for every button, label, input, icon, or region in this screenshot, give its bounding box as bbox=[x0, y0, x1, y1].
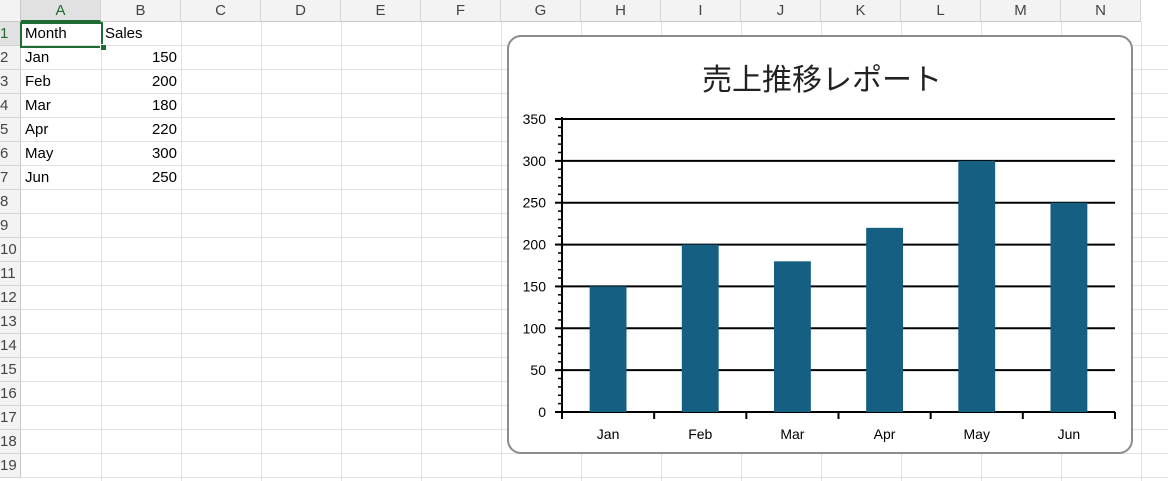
bar-jun bbox=[1050, 202, 1088, 412]
column-gridline bbox=[341, 22, 342, 481]
x-tick-label-apr: Apr bbox=[874, 426, 896, 442]
y-tick-label-200: 200 bbox=[523, 237, 547, 253]
cell-a2[interactable]: Jan bbox=[21, 46, 101, 70]
column-header-j[interactable]: J bbox=[741, 0, 821, 22]
column-header-k[interactable]: K bbox=[821, 0, 901, 22]
row-header-3[interactable]: 3 bbox=[0, 70, 21, 94]
cell-a5[interactable]: Apr bbox=[21, 118, 101, 142]
bar-jan bbox=[589, 286, 627, 412]
cell-a3[interactable]: Feb bbox=[21, 70, 101, 94]
column-header-m[interactable]: M bbox=[981, 0, 1061, 22]
column-gridline bbox=[421, 22, 422, 481]
column-header-e[interactable]: E bbox=[341, 0, 421, 22]
row-header-8[interactable]: 8 bbox=[0, 190, 21, 214]
column-header-n[interactable]: N bbox=[1061, 0, 1141, 22]
column-header-h[interactable]: H bbox=[581, 0, 661, 22]
x-tick-label-feb: Feb bbox=[688, 426, 712, 442]
row-header-4[interactable]: 4 bbox=[0, 94, 21, 118]
y-tick-label-150: 150 bbox=[523, 278, 547, 294]
x-tick-label-jun: Jun bbox=[1058, 426, 1081, 442]
row-header-16[interactable]: 16 bbox=[0, 382, 21, 406]
row-header-1[interactable]: 1 bbox=[0, 22, 21, 46]
row-header-19[interactable]: 19 bbox=[0, 454, 21, 478]
row-header-5[interactable]: 5 bbox=[0, 118, 21, 142]
column-header-l[interactable]: L bbox=[901, 0, 981, 22]
select-all-corner[interactable] bbox=[0, 0, 21, 22]
bar-mar bbox=[773, 261, 811, 412]
column-header-b[interactable]: B bbox=[101, 0, 181, 22]
column-header-f[interactable]: F bbox=[421, 0, 501, 22]
cell-b6[interactable]: 300 bbox=[101, 142, 181, 166]
row-header-10[interactable]: 10 bbox=[0, 238, 21, 262]
bar-feb bbox=[681, 244, 719, 412]
y-tick-label-100: 100 bbox=[523, 320, 547, 336]
cell-b3[interactable]: 200 bbox=[101, 70, 181, 94]
cell-b4[interactable]: 180 bbox=[101, 94, 181, 118]
row-header-2[interactable]: 2 bbox=[0, 46, 21, 70]
chart-object[interactable]: 0 50 100 150 200 250 300 350 Jan Feb Mar Apr May Jun … bbox=[507, 35, 1133, 454]
x-tick-label-mar: Mar bbox=[780, 426, 804, 442]
column-header-c[interactable]: C bbox=[181, 0, 261, 22]
bar-apr bbox=[866, 227, 904, 412]
column-gridline bbox=[261, 22, 262, 481]
row-header-6[interactable]: 6 bbox=[0, 142, 21, 166]
row-header-15[interactable]: 15 bbox=[0, 358, 21, 382]
column-header-i[interactable]: I bbox=[661, 0, 741, 22]
chart-canvas: 0 50 100 150 200 250 300 350 Jan Feb Mar Apr May Jun bbox=[523, 111, 1116, 442]
row-header-14[interactable]: 14 bbox=[0, 334, 21, 358]
bar-may bbox=[958, 160, 996, 412]
y-tick-label-300: 300 bbox=[523, 153, 547, 169]
row-header-9[interactable]: 9 bbox=[0, 214, 21, 238]
column-gridline bbox=[181, 22, 182, 481]
x-tick-label-jan: Jan bbox=[597, 426, 620, 442]
column-header-d[interactable]: D bbox=[261, 0, 341, 22]
row-header-13[interactable]: 13 bbox=[0, 310, 21, 334]
cell-a4[interactable]: Mar bbox=[21, 94, 101, 118]
row-gridline bbox=[21, 477, 1168, 478]
cell-a7[interactable]: Jun bbox=[21, 166, 101, 190]
cell-b7[interactable]: 250 bbox=[101, 166, 181, 190]
active-cell-border bbox=[20, 22, 103, 48]
y-tick-label-350: 350 bbox=[523, 111, 547, 127]
row-header-18[interactable]: 18 bbox=[0, 430, 21, 454]
fill-handle[interactable] bbox=[100, 44, 107, 51]
cell-b1[interactable]: Sales bbox=[101, 22, 181, 46]
row-header-17[interactable]: 17 bbox=[0, 406, 21, 430]
y-tick-label-50: 50 bbox=[530, 362, 546, 378]
cell-b5[interactable]: 220 bbox=[101, 118, 181, 142]
cell-b2[interactable]: 150 bbox=[101, 46, 181, 70]
cell-a6[interactable]: May bbox=[21, 142, 101, 166]
row-header-11[interactable]: 11 bbox=[0, 262, 21, 286]
column-header-g[interactable]: G bbox=[501, 0, 581, 22]
column-gridline bbox=[501, 22, 502, 481]
y-tick-label-0: 0 bbox=[538, 404, 546, 420]
x-tick-label-may: May bbox=[964, 426, 990, 442]
column-header-a[interactable]: A bbox=[21, 0, 101, 22]
row-header-12[interactable]: 12 bbox=[0, 286, 21, 310]
y-tick-label-250: 250 bbox=[523, 195, 547, 211]
column-gridline bbox=[1141, 22, 1142, 481]
chart-title[interactable]: 売上推移レポート bbox=[509, 55, 1135, 99]
row-header-7[interactable]: 7 bbox=[0, 166, 21, 190]
